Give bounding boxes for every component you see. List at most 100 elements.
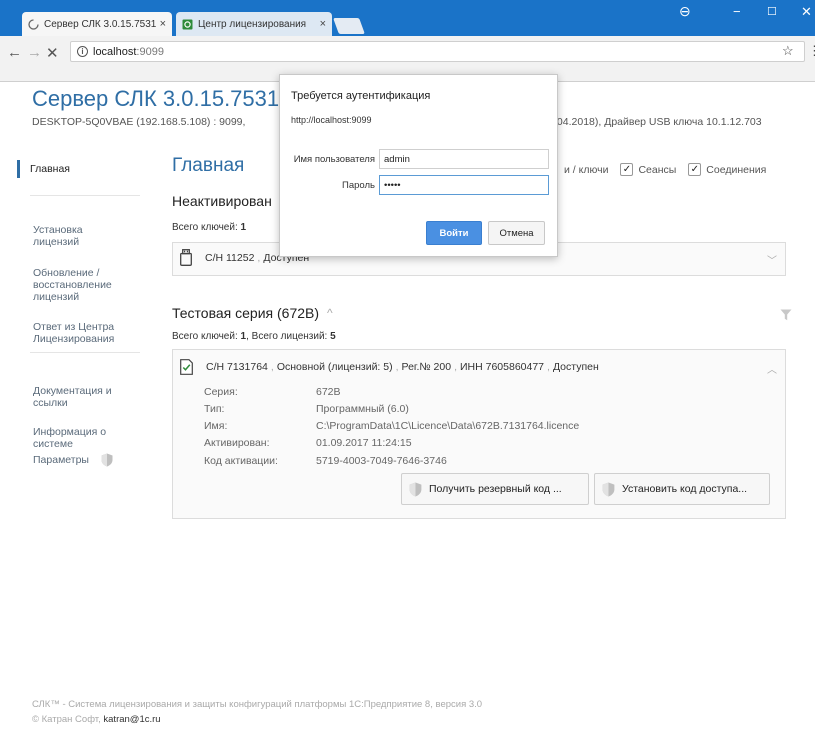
sidebar-item-label: Ответ из Центра Лицензирования (33, 321, 115, 345)
info-icon[interactable]: i (77, 46, 88, 57)
sidebar-item-install-licenses[interactable]: Установка лицензий (20, 212, 83, 248)
profile-icon[interactable]: ⊖ (679, 3, 691, 20)
shield-icon (602, 482, 615, 497)
dialog-url: http://localhost:9099 (291, 115, 372, 125)
sidebar-divider (30, 195, 140, 196)
filter-keys-label: и / ключи (564, 163, 609, 176)
connections-checkbox[interactable]: ✓ (688, 163, 702, 176)
license-file-icon (180, 359, 193, 375)
footer-copyright: © Катран Софт, katran@1c.ru (32, 714, 161, 725)
sidebar-item-update-licenses[interactable]: Обновление / восстановление лицензий (20, 255, 112, 303)
total-keys-label: Всего ключей: (172, 222, 238, 233)
detail-label-activated: Активирован: (204, 437, 270, 449)
driver-info: .04.2018), Драйвер USB ключа 10.1.12.703 (554, 116, 762, 128)
key-status: Доступен (552, 361, 599, 373)
stop-button[interactable]: ✕ (46, 44, 59, 62)
forward-button[interactable]: → (27, 44, 42, 61)
tab-licensing-center[interactable]: Центр лицензирования × (176, 12, 332, 36)
total-keys-count: 1 (240, 222, 247, 233)
sidebar-divider (30, 352, 140, 353)
close-icon[interactable]: × (160, 18, 166, 30)
key-inn: ИНН 7605860477 (460, 361, 545, 373)
shield-icon (101, 453, 113, 467)
sidebar-item-label: Документация и ссылки (33, 385, 112, 409)
maximize-button[interactable]: ☐ (767, 5, 777, 18)
detail-value-series: 672B (316, 386, 341, 398)
url-port: :9099 (136, 45, 164, 58)
detail-label-name: Имя: (204, 420, 228, 432)
sidebar-item-system-info[interactable]: Информация о системе (20, 414, 106, 450)
url-host: localhost (93, 45, 137, 58)
detail-label-type: Тип: (204, 403, 225, 415)
connections-label: Соединения (706, 163, 767, 176)
detail-value-type: Программный (6.0) (316, 403, 409, 415)
favicon-icon (182, 19, 193, 30)
browser-titlebar: Сервер СЛК 3.0.15.7531 × Центр лицензиро… (0, 0, 815, 36)
cancel-button[interactable]: Отмена (488, 221, 545, 245)
close-icon[interactable]: × (320, 18, 326, 30)
sidebar-item-settings[interactable]: Параметры (20, 453, 113, 467)
sessions-checkbox[interactable]: ✓ (620, 163, 634, 176)
key-reg-number: Рег.№ 200 (401, 361, 452, 373)
tab-title: Центр лицензирования (198, 18, 307, 30)
key-serial: С/Н 7131764 (206, 361, 268, 373)
set-access-code-button[interactable]: Установить код доступа... (594, 473, 770, 505)
sidebar-item-home[interactable]: Главная (17, 160, 70, 178)
username-label: Имя пользователя (293, 154, 375, 165)
sidebar-item-label: Информация о системе (33, 426, 107, 450)
inactive-section-title: Неактивирован (172, 193, 272, 209)
sidebar-item-label: Параметры (33, 454, 89, 466)
sidebar-item-licensing-response[interactable]: Ответ из Центра Лицензирования (20, 309, 114, 345)
section-title-text: Тестовая серия (672B) (172, 305, 320, 321)
get-backup-code-button[interactable]: Получить резервный код ... (401, 473, 589, 505)
url-input[interactable]: i localhost:9099 (70, 41, 805, 62)
total-licenses-label: Всего лицензий: (251, 331, 328, 342)
detail-value-activation-code: 5719-4003-7049-7646-3746 (316, 455, 447, 467)
detail-value-activated: 01.09.2017 11:24:15 (316, 437, 412, 449)
loading-icon (28, 18, 39, 30)
detail-label-series: Серия: (204, 386, 238, 398)
email-link[interactable]: katran@1c.ru (103, 714, 160, 725)
auth-dialog: Требуется аутентификация http://localhos… (279, 74, 558, 257)
sessions-label: Сеансы (638, 163, 677, 176)
dialog-title: Требуется аутентификация (291, 90, 431, 102)
password-label: Пароль (342, 180, 375, 191)
key-serial: С/Н 11252 (205, 251, 255, 264)
bookmark-star-icon[interactable]: ☆ (782, 43, 794, 59)
username-field[interactable] (379, 149, 549, 169)
tab-slk-server[interactable]: Сервер СЛК 3.0.15.7531 × (22, 12, 172, 36)
new-tab-button[interactable] (333, 18, 365, 34)
filter-icon[interactable] (780, 309, 792, 321)
footer-description: СЛК™ - Система лицензирования и защиты к… (32, 699, 483, 710)
minimize-button[interactable]: − (733, 4, 741, 19)
server-address: DESKTOP-5Q0VBAE (192.168.5.108) : 9099, (32, 116, 246, 128)
chevron-up-icon[interactable]: ^ (327, 306, 333, 320)
back-button[interactable]: ← (7, 44, 22, 61)
sidebar-item-label: Обновление / восстановление лицензий (33, 267, 112, 303)
browser-menu-icon[interactable]: ⋮ (808, 43, 815, 59)
copyright-text: © Катран Софт, (32, 714, 101, 725)
sidebar-item-docs[interactable]: Документация и ссылки (20, 373, 112, 409)
password-field[interactable] (379, 175, 549, 195)
login-button[interactable]: Войти (426, 221, 482, 245)
total-keys-label: Всего ключей: (172, 331, 238, 342)
chevron-down-icon[interactable]: ﹀ (767, 252, 777, 267)
main-heading: Главная (172, 155, 245, 176)
button-label: Установить код доступа... (622, 483, 748, 495)
button-label: Получить резервный код ... (429, 483, 562, 495)
shield-icon (409, 482, 422, 497)
detail-value-name: C:\ProgramData\1C\Licence\Data\672B.7131… (316, 420, 580, 432)
detail-label-activation-code: Код активации: (204, 455, 278, 467)
usb-key-icon (180, 249, 192, 266)
test-series-section-title: Тестовая серия (672B) ^ (172, 305, 333, 321)
sidebar-item-label: Установка лицензий (33, 224, 83, 248)
window-close-button[interactable]: ✕ (801, 4, 812, 20)
tab-title: Сервер СЛК 3.0.15.7531 (44, 18, 156, 30)
chevron-up-icon[interactable]: ︿ (767, 361, 777, 376)
page-title: Сервер СЛК 3.0.15.7531 (32, 86, 280, 111)
sidebar-item-label: Главная (30, 163, 70, 175)
inactive-section-meta: Всего ключей: 1 (172, 222, 246, 233)
view-filters: и / ключи ✓ Сеансы ✓ Соединения (564, 163, 766, 176)
key-type: Основной (лицензий: 5) (276, 361, 393, 373)
total-licenses-count: 5 (330, 331, 336, 342)
